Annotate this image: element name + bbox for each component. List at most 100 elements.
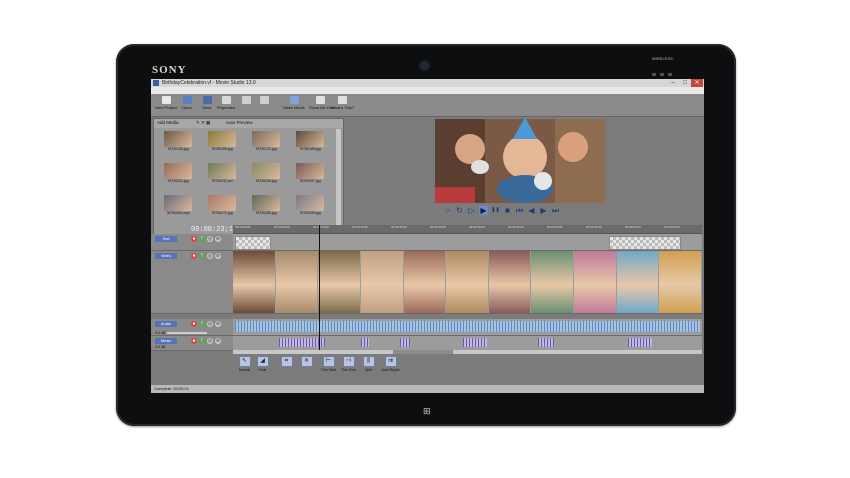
video-clip-thumbnail[interactable]	[531, 251, 574, 313]
track-mute-icon[interactable]: ●	[191, 321, 197, 327]
next-frame-icon[interactable]: ▶	[539, 206, 548, 215]
media-file-thumbnail[interactable]: 78790299.jpg	[296, 195, 324, 217]
timeline-scrollbar[interactable]	[233, 350, 702, 354]
split-button[interactable]: ⫼ Split	[359, 356, 378, 372]
track-mute-icon[interactable]: ●	[191, 338, 197, 344]
track-header-music[interactable]: Music ● ! ◎ ⊘ 0.0 dB	[151, 336, 233, 351]
text-track-lane[interactable]	[233, 234, 702, 251]
track-bypass-icon[interactable]: ⊘	[215, 253, 221, 259]
properties-button[interactable]: Properties	[215, 96, 237, 110]
track-solo-icon[interactable]: !	[199, 236, 205, 242]
media-file-thumbnail[interactable]: 78790189.jpg	[296, 131, 324, 153]
normal-tool-button[interactable]: ↖ Normal	[235, 356, 254, 372]
media-file-thumbnail[interactable]: 78790172.jpg	[252, 131, 280, 153]
close-button[interactable]: ✕	[691, 79, 703, 87]
fade-tool-button[interactable]: ◢ Fade	[253, 356, 272, 372]
stop-icon[interactable]: ■	[503, 206, 512, 215]
make-movie-button[interactable]: Make Movie	[283, 96, 305, 110]
maximize-button[interactable]: □	[679, 79, 691, 87]
scrollbar-thumb[interactable]	[393, 350, 453, 354]
add-media-button[interactable]: Add Media	[157, 120, 179, 125]
music-clip[interactable]	[361, 338, 369, 347]
delete-button[interactable]: ✕	[297, 356, 316, 368]
redo-button[interactable]	[253, 96, 275, 105]
crop-button[interactable]: ⌗	[277, 356, 296, 368]
video-clip-thumbnail[interactable]	[403, 251, 446, 313]
trim-end-button[interactable]: ⊣ Trim End	[339, 356, 358, 372]
video-clip-thumbnail[interactable]	[360, 251, 403, 313]
music-clip[interactable]	[463, 338, 487, 347]
track-mute-icon[interactable]: ●	[191, 236, 197, 242]
open-button[interactable]: Open	[176, 96, 198, 110]
music-clip[interactable]	[628, 338, 652, 347]
track-bypass-icon[interactable]: ⊘	[215, 236, 221, 242]
track-solo-icon[interactable]: !	[199, 253, 205, 259]
windows-logo-icon[interactable]: ⊞	[423, 407, 432, 416]
brand-logo: SONY	[152, 64, 187, 76]
minimize-button[interactable]: –	[667, 79, 679, 87]
go-to-end-icon[interactable]: ⏭	[551, 206, 560, 215]
thumbnail-image	[164, 195, 192, 211]
video-clip-thumbnail[interactable]	[574, 251, 616, 313]
media-file-thumbnail[interactable]: 78790285.jpg	[252, 195, 280, 217]
track-fx-icon[interactable]: ◎	[207, 236, 213, 242]
auto-preview-toggle[interactable]: Auto Preview	[226, 120, 253, 125]
media-tool-icons[interactable]: ✎ ✕ ▦	[196, 120, 210, 126]
preview-frame-image	[435, 119, 605, 203]
track-fx-icon[interactable]: ◎	[207, 338, 213, 344]
video-clip-thumbnail[interactable]	[233, 251, 275, 313]
text-clip[interactable]	[235, 236, 271, 250]
video-clip-thumbnail[interactable]	[446, 251, 488, 313]
video-clip-thumbnail[interactable]	[659, 251, 701, 313]
thumbnail-image	[252, 131, 280, 147]
track-header-video[interactable]: Video ● ! ◎ ⊘	[151, 251, 233, 314]
media-file-thumbnail[interactable]: 78790155.jpg	[208, 131, 236, 153]
auto-ripple-icon: ⇉	[384, 356, 397, 367]
media-file-thumbnail[interactable]: 78790232.avi	[208, 163, 236, 185]
track-fx-icon[interactable]: ◎	[207, 253, 213, 259]
screen: BirthdayCelebration.vf - Movie Studio 13…	[151, 79, 704, 393]
music-clip[interactable]	[538, 338, 554, 347]
what-s-this-button[interactable]: What's This?	[331, 96, 354, 110]
media-file-thumbnail[interactable]: 78790246.jpg	[252, 163, 280, 185]
previous-frame-icon[interactable]: ◀	[527, 206, 536, 215]
video-track-lane[interactable]	[233, 251, 702, 314]
show-me-how-button[interactable]: Show Me How	[309, 96, 335, 110]
track-volume-slider[interactable]	[167, 332, 207, 334]
new-project-button[interactable]: New Project	[155, 96, 177, 110]
music-clip[interactable]	[400, 338, 410, 347]
media-file-thumbnail[interactable]: 78790257.jpg	[296, 163, 324, 185]
video-clip-thumbnail[interactable]	[318, 251, 360, 313]
thumbnail-image	[296, 163, 324, 179]
go-to-start-icon[interactable]: ⏮	[515, 206, 524, 215]
pause-icon[interactable]: ❚❚	[491, 206, 500, 215]
music-track-lane[interactable]	[233, 336, 702, 351]
play-icon[interactable]: ▶	[479, 206, 488, 215]
video-clip-thumbnail[interactable]	[275, 251, 318, 313]
track-header-audio[interactable]: Audio ● ! ◎ ⊘ 0.0 dB	[151, 319, 233, 336]
loop-icon[interactable]: ↻	[455, 206, 464, 215]
text-clip[interactable]	[609, 236, 681, 250]
trim-start-button[interactable]: ⊢ Trim Start	[319, 356, 338, 372]
media-file-thumbnail[interactable]: 78790260.mp4	[164, 195, 192, 217]
media-file-thumbnail[interactable]: 78790272.jpg	[208, 195, 236, 217]
timeline-ruler[interactable]: 00:00:00;00 00:00:05;00 00:00:10;00 00:00:1…	[233, 225, 702, 234]
track-solo-icon[interactable]: !	[199, 321, 205, 327]
audio-track-lane[interactable]	[233, 319, 702, 336]
media-file-thumbnail[interactable]: 78790128.jpg	[164, 131, 192, 153]
ruler-tick-label: 00:00:10;00	[313, 225, 329, 229]
track-bypass-icon[interactable]: ⊘	[215, 338, 221, 344]
track-solo-icon[interactable]: !	[199, 338, 205, 344]
track-header-text[interactable]: Text ● ! ◎ ⊘	[151, 234, 233, 251]
record-icon[interactable]: ○	[443, 206, 452, 215]
track-bypass-icon[interactable]: ⊘	[215, 321, 221, 327]
video-clip-thumbnail[interactable]	[488, 251, 531, 313]
play-from-start-icon[interactable]: ▷	[467, 206, 476, 215]
playhead-cursor[interactable]	[319, 225, 320, 350]
media-file-thumbnail[interactable]: 78790201.jpg	[164, 163, 192, 185]
audio-waveform[interactable]	[235, 321, 700, 332]
auto-ripple-button[interactable]: ⇉ Auto Ripple	[381, 356, 400, 372]
video-clip-thumbnail[interactable]	[616, 251, 659, 313]
track-mute-icon[interactable]: ●	[191, 253, 197, 259]
track-fx-icon[interactable]: ◎	[207, 321, 213, 327]
